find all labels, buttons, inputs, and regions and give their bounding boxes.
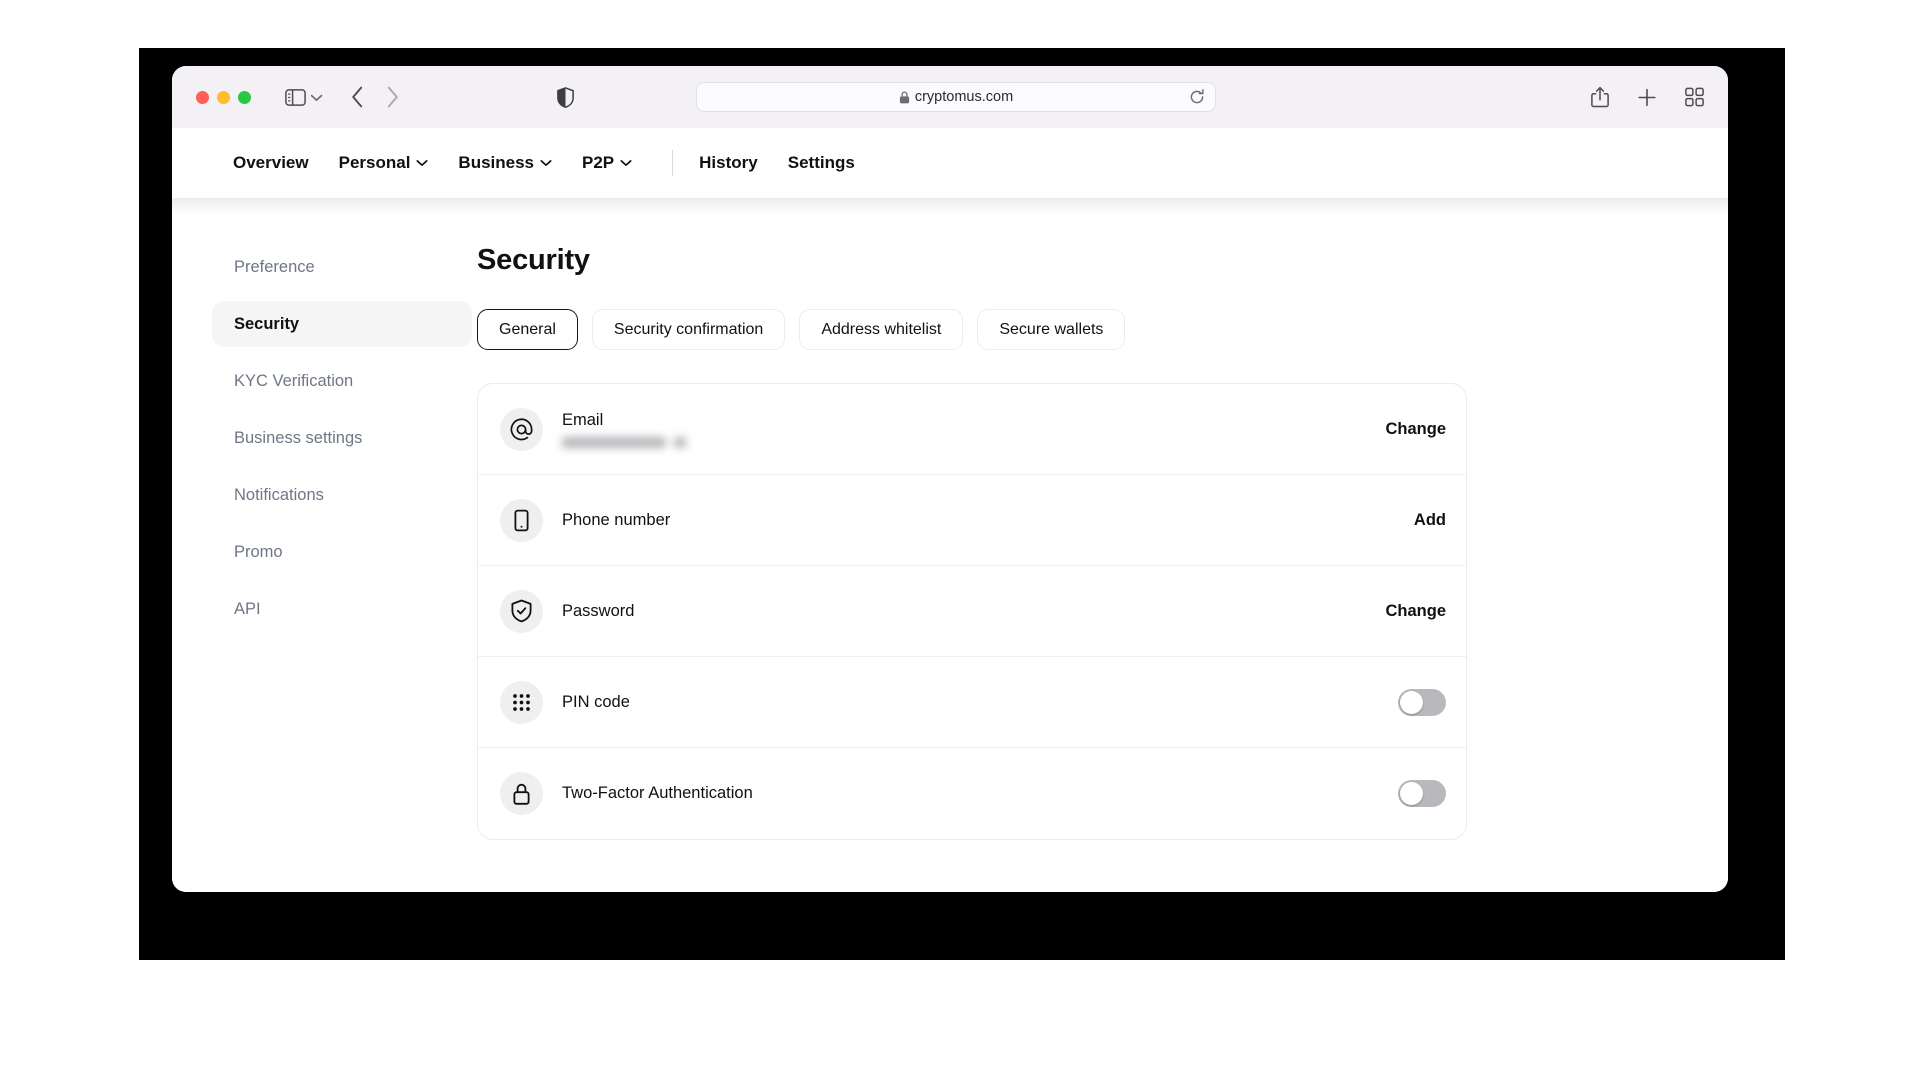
sidebar-item-notifications[interactable]: Notifications — [212, 472, 472, 518]
nav-item-label: Settings — [787, 153, 855, 172]
privacy-shield-icon[interactable] — [557, 86, 574, 108]
nav-item-p2p[interactable]: P2P — [582, 153, 632, 173]
tab-overview-icon[interactable] — [1685, 87, 1704, 107]
tab-security-confirmation[interactable]: Security confirmation — [591, 309, 786, 350]
page-body: Preference Security KYC Verification Bus… — [172, 198, 1728, 892]
page-title: Security — [477, 244, 590, 276]
padlock-icon — [500, 772, 543, 815]
keypad-dots-icon — [500, 680, 543, 724]
nav-item-label: History — [699, 153, 758, 172]
tab-address-whitelist[interactable]: Address whitelist — [799, 309, 964, 350]
settings-row-label: Two-Factor Authentication — [562, 784, 753, 802]
browser-nav-arrows — [351, 86, 399, 108]
site-navigation-bar: Overview Personal Business P2P History S… — [172, 128, 1728, 214]
two-factor-authentication-toggle[interactable] — [1398, 780, 1446, 807]
sidebar-item-label: Promo — [234, 542, 283, 561]
settings-row-label: Phone number — [562, 510, 671, 529]
toggle-knob — [1400, 782, 1423, 805]
address-bar[interactable]: cryptomus.com — [696, 82, 1216, 112]
settings-row-text: Password — [562, 602, 1385, 621]
sidebar-item-promo[interactable]: Promo — [212, 529, 472, 575]
settings-row-password: Password Change — [478, 566, 1466, 657]
reload-icon[interactable] — [1189, 89, 1205, 105]
sidebar-toggle-group[interactable] — [285, 88, 323, 106]
tab-label: Secure wallets — [999, 320, 1104, 338]
main-content: Security General Security confirmation A… — [472, 244, 1728, 892]
sidebar-item-api[interactable]: API — [212, 586, 472, 632]
maximize-window-button[interactable] — [238, 90, 251, 104]
nav-item-label: Overview — [233, 153, 309, 172]
sidebar-item-label: Security — [234, 314, 300, 333]
settings-row-phone-number: Phone number Add — [478, 475, 1466, 566]
browser-window: cryptomus.com Overview Personal Business… — [172, 66, 1728, 892]
tab-label: Security confirmation — [613, 320, 764, 338]
toggle-knob — [1400, 690, 1423, 714]
sidebar-item-security[interactable]: Security — [212, 301, 472, 347]
nav-item-label: Personal — [338, 153, 411, 172]
nav-item-history[interactable]: History — [699, 153, 758, 173]
settings-sidebar: Preference Security KYC Verification Bus… — [172, 244, 472, 892]
nav-item-label: Business — [458, 153, 535, 172]
sidebar-item-label: KYC Verification — [234, 371, 354, 390]
settings-row-text: Phone number — [562, 511, 1414, 530]
close-window-button[interactable] — [196, 90, 209, 104]
plus-icon[interactable] — [1637, 87, 1657, 107]
nav-item-business[interactable]: Business — [458, 153, 552, 173]
email-value-redacted — [562, 436, 686, 448]
at-sign-icon — [500, 407, 543, 451]
browser-toolbar: cryptomus.com — [172, 66, 1728, 128]
settings-row-label: Password — [562, 601, 635, 620]
settings-row-text: Email — [562, 411, 1385, 448]
settings-row-pin-code: PIN code — [478, 657, 1466, 748]
shield-check-icon — [500, 589, 543, 633]
tab-label: Address whitelist — [821, 320, 942, 338]
nav-item-settings[interactable]: Settings — [788, 153, 855, 173]
toolbar-right-actions — [1591, 86, 1704, 108]
settings-row-two-factor-authentication: Two-Factor Authentication — [478, 748, 1466, 839]
phone-icon — [500, 498, 543, 542]
chevron-down-icon — [416, 159, 428, 167]
sidebar-toggle-icon[interactable] — [285, 88, 306, 106]
tab-general[interactable]: General — [477, 309, 578, 350]
sidebar-item-kyc-verification[interactable]: KYC Verification — [212, 358, 472, 404]
sidebar-item-label: API — [234, 599, 261, 618]
settings-row-email: Email Change — [478, 384, 1466, 475]
chevron-left-icon[interactable] — [351, 86, 364, 108]
chevron-right-icon[interactable] — [386, 86, 399, 108]
password-change-button[interactable]: Change — [1385, 602, 1446, 621]
sidebar-item-preference[interactable]: Preference — [212, 244, 472, 290]
share-icon[interactable] — [1591, 86, 1609, 108]
email-change-button[interactable]: Change — [1385, 420, 1446, 439]
settings-row-label: Email — [562, 410, 604, 429]
pin-code-toggle[interactable] — [1398, 688, 1446, 716]
window-traffic-lights — [196, 90, 251, 104]
tab-secure-wallets[interactable]: Secure wallets — [977, 309, 1126, 350]
sidebar-item-business-settings[interactable]: Business settings — [212, 415, 472, 461]
sidebar-item-label: Business settings — [234, 428, 363, 447]
address-bar-url: cryptomus.com — [914, 89, 1014, 105]
chevron-down-icon[interactable] — [310, 93, 323, 102]
nav-item-personal[interactable]: Personal — [339, 153, 429, 173]
security-tab-row: General Security confirmation Address wh… — [477, 309, 1668, 350]
lock-icon — [899, 90, 910, 104]
chevron-down-icon — [620, 159, 632, 167]
phone-add-button[interactable]: Add — [1414, 511, 1446, 530]
security-settings-card: Email Change Phone number Add Password C… — [477, 383, 1467, 840]
minimize-window-button[interactable] — [217, 90, 230, 104]
tab-label: General — [499, 320, 556, 338]
settings-row-text: Two-Factor Authentication — [562, 784, 1398, 803]
sidebar-item-label: Notifications — [234, 485, 324, 504]
settings-row-label: PIN code — [562, 692, 630, 711]
nav-item-label: P2P — [582, 153, 615, 172]
sidebar-item-label: Preference — [234, 257, 315, 276]
nav-divider — [672, 150, 674, 176]
nav-item-overview[interactable]: Overview — [233, 153, 309, 173]
settings-row-text: PIN code — [562, 693, 1398, 712]
chevron-down-icon — [540, 159, 552, 167]
